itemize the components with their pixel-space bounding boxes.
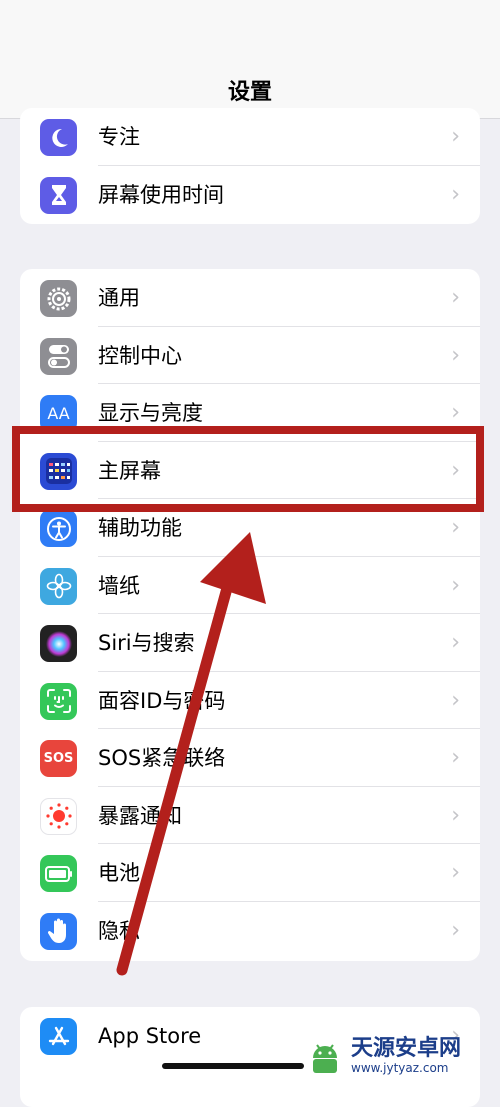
watermark: 天源安卓网 www.jytyaz.com: [305, 1032, 495, 1080]
android-logo-icon: [313, 1044, 337, 1073]
annotation-arrow: [116, 532, 266, 976]
home-indicator: [162, 1063, 304, 1069]
watermark-title: 天源安卓网: [351, 1036, 462, 1061]
watermark-url: www.jytyaz.com: [351, 1061, 449, 1075]
